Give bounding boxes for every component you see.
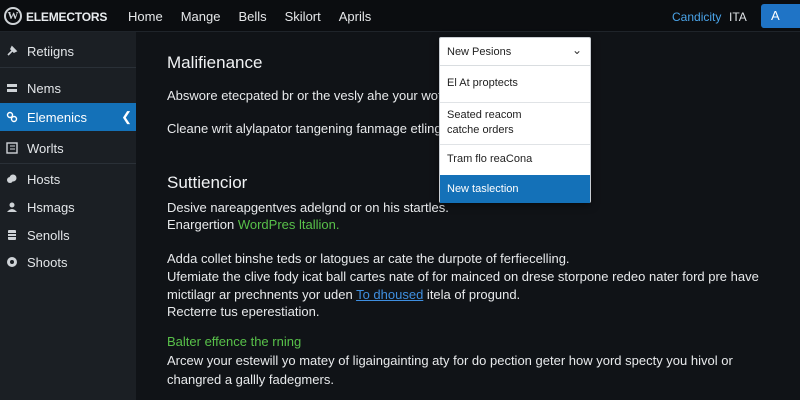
user-icon — [5, 200, 19, 214]
dropdown-option[interactable]: Seated reacom — [440, 109, 590, 121]
paragraph-text: Enargertion — [167, 217, 238, 232]
sidebar-item-worlts[interactable]: Worlts — [0, 134, 136, 162]
inline-link[interactable]: To dhoused — [356, 287, 423, 302]
sidebar-item-nems[interactable]: Nems — [0, 74, 136, 102]
sidebar-item-label: Nems — [27, 80, 61, 96]
paragraph-text: itela of progund. — [423, 287, 521, 302]
intro-line-2: Cleane writ alylapator tangening fanmage… — [167, 121, 449, 136]
sidebar-item-label: Worlts — [27, 140, 64, 156]
chevron-down-icon: ⌄ — [571, 43, 582, 57]
layers-icon — [5, 81, 19, 95]
sidebar-item-label: Senolls — [27, 227, 70, 243]
top-navigation: Home Mange Bells Skilort Aprils — [128, 9, 371, 24]
sidebar-divider — [0, 163, 136, 164]
dropdown-option[interactable]: catche orders — [440, 124, 590, 136]
page-title: Malifienance — [167, 53, 263, 72]
pin-icon — [5, 44, 19, 58]
grid-icon — [5, 141, 19, 155]
sidebar-item-shoots[interactable]: Shoots — [0, 248, 136, 276]
top-bar: W ELEMECTORS Home Mange Bells Skilort Ap… — [0, 0, 800, 32]
sidebar-item-hosts[interactable]: Hosts — [0, 165, 136, 193]
settings-icon — [5, 255, 19, 269]
sidebar-item-elemenics[interactable]: Elemenics ❮ — [0, 103, 136, 131]
sidebar-item-label: Shoots — [27, 254, 68, 270]
nav-item-mange[interactable]: Mange — [181, 9, 221, 24]
dropdown-menu: New Pesions ⌄ El At proptects Seated rea… — [439, 37, 591, 203]
nav-item-aprils[interactable]: Aprils — [339, 9, 372, 24]
dropdown-divider — [440, 144, 590, 145]
brand-name[interactable]: ELEMECTORS — [26, 10, 107, 24]
cloud-icon — [5, 172, 19, 186]
paragraph-2-line-2: Ufemiate the clive fody icat ball cartes… — [167, 269, 759, 284]
intro-line-1: Abswore etecpated br or the vesly ahe yo… — [167, 88, 453, 103]
candicity-link[interactable]: Candicity — [672, 10, 721, 24]
sidebar-item-label: Retiigns — [27, 43, 74, 59]
wordpress-logo-icon[interactable]: W — [4, 7, 22, 25]
sidebar-divider — [0, 67, 136, 68]
dropdown-option[interactable]: Tram flo reaCona — [440, 153, 590, 165]
sidebar-item-hsmags[interactable]: Hsmags — [0, 193, 136, 221]
paragraph-2-line-1: Adda collet binshe teds or latogues ar c… — [167, 251, 570, 266]
paragraph-2-line-4: Recterre tus eperestiation. — [167, 304, 320, 319]
dropdown-option[interactable]: El At proptects — [440, 77, 590, 89]
sidebar-item-retiigns[interactable]: Retiigns — [0, 37, 136, 65]
wordpress-installation-text: WordPres ltallion. — [237, 217, 340, 232]
dropdown-select[interactable]: New Pesions ⌄ — [440, 38, 590, 66]
paragraph-3-line-2: changred a gallly fadegmers. — [167, 372, 334, 387]
dropdown-option-selected[interactable]: New taslection — [440, 175, 590, 203]
sidebar-item-label: Hsmags — [27, 199, 75, 215]
dropdown-divider — [440, 102, 590, 103]
sidebar: Retiigns Nems Elemenics ❮ Worlts Hosts H… — [0, 32, 136, 400]
nav-item-skilort[interactable]: Skilort — [285, 9, 321, 24]
paragraph-1-line-2: Enargertion WordPres ltallion. — [167, 217, 339, 232]
puzzle-icon — [5, 110, 19, 124]
database-icon — [5, 228, 19, 242]
nav-item-home[interactable]: Home — [128, 9, 163, 24]
sidebar-item-label: Hosts — [27, 171, 61, 187]
paragraph-text: mictilagr ar prechnents yor uden — [167, 287, 357, 302]
nav-item-bells[interactable]: Bells — [238, 9, 266, 24]
dropdown-selected-value: New Pesions — [447, 46, 512, 58]
user-menu[interactable]: ITA — [729, 10, 747, 24]
paragraph-1-line-1: Desive nareapgentves adelgnd or on his s… — [167, 200, 449, 215]
sidebar-item-label: Elemenics — [27, 109, 87, 125]
paragraph-3-line-1: Arcew your estewill yo matey of ligainga… — [167, 353, 733, 368]
section-title: Suttiencior — [167, 173, 248, 192]
paragraph-2-line-3: mictilagr ar prechnents yor uden To dhou… — [167, 287, 520, 302]
account-button[interactable]: A — [761, 4, 800, 28]
green-subheading: Balter effence the rning — [167, 334, 302, 349]
sidebar-item-senolls[interactable]: Senolls — [0, 221, 136, 249]
active-indicator-arrow-icon: ❮ — [121, 109, 132, 124]
